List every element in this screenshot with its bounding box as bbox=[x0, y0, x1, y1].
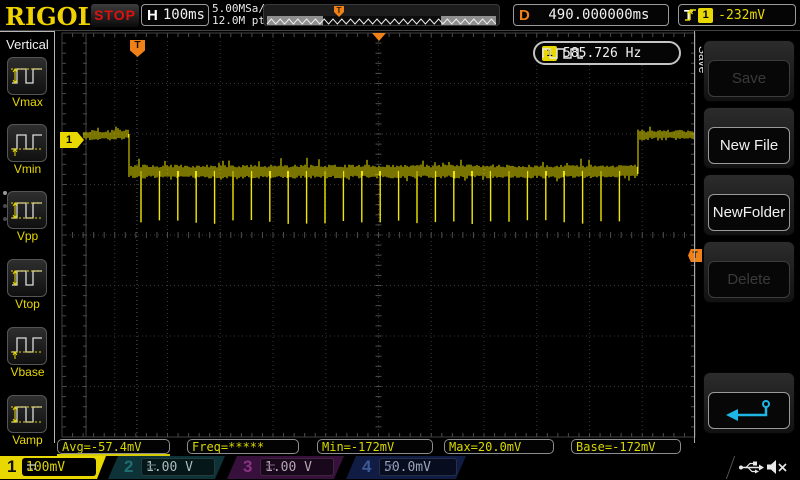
right-menu-divider bbox=[694, 31, 695, 443]
sidebar-item-vmin-label: Vmin bbox=[13, 162, 42, 176]
speaker-muted-icon bbox=[767, 460, 787, 474]
delay-label: D bbox=[519, 6, 530, 24]
sidebar-item-vbase-label: Vbase bbox=[10, 365, 45, 379]
page-indicator-dot bbox=[3, 217, 7, 221]
run-state-badge[interactable]: STOP bbox=[90, 3, 140, 28]
trigger-source-chip: 1 bbox=[698, 7, 714, 23]
delay-readout: D 490.000000ms bbox=[513, 4, 669, 26]
timebase-value: 100ms bbox=[162, 7, 205, 23]
measurement-highlight-underline bbox=[57, 454, 170, 456]
vmax-icon bbox=[11, 68, 43, 84]
channel1-number: 1 bbox=[7, 457, 17, 476]
sidebar-item-vamp-label: Vamp bbox=[12, 433, 43, 447]
dc-coupling-icon bbox=[266, 463, 275, 470]
left-menu-title: Vertical bbox=[6, 37, 49, 52]
measurement-base[interactable]: Base=-172mV bbox=[571, 439, 681, 454]
trigger-slope-icon bbox=[685, 8, 696, 21]
menu-new-folder-button-label: NewFolder bbox=[708, 194, 790, 231]
sidebar-item-vpp[interactable] bbox=[7, 191, 47, 229]
channel3-number: 3 bbox=[243, 457, 253, 476]
trigger-level-marker-icon[interactable]: T bbox=[688, 249, 702, 262]
vtop-icon bbox=[11, 270, 43, 286]
channel3-status[interactable]: 3 1.00 V bbox=[227, 456, 344, 479]
oscilloscope-screen: RIGOL STOP H 100ms 5.00MSa/s 12.0M pts T… bbox=[0, 0, 800, 480]
delay-value: 490.000000ms bbox=[548, 7, 650, 23]
vamp-icon bbox=[11, 406, 43, 423]
menu-new-file-button-label: New File bbox=[708, 127, 790, 164]
screen-center-marker-icon bbox=[372, 33, 386, 41]
sidebar-item-vmax[interactable] bbox=[7, 57, 47, 95]
usb-icon bbox=[739, 461, 764, 474]
sidebar-item-vamp[interactable] bbox=[7, 395, 47, 433]
dc-coupling-icon bbox=[385, 463, 394, 470]
sidebar-item-vmax-label: Vmax bbox=[12, 95, 43, 109]
timebase-readout: H 100ms bbox=[141, 4, 209, 26]
rigol-logo: RIGOL bbox=[5, 2, 95, 31]
channel4-number: 4 bbox=[362, 457, 372, 476]
channel2-number: 2 bbox=[124, 457, 134, 476]
sidebar-item-vtop[interactable] bbox=[7, 259, 47, 297]
channel1-status[interactable]: 1 100mV bbox=[0, 456, 106, 479]
page-indicator-dot bbox=[3, 191, 7, 195]
timebase-label: H bbox=[147, 6, 158, 24]
menu-save-button[interactable]: Save bbox=[703, 40, 795, 102]
measurement-max[interactable]: Max=20.0mV bbox=[444, 439, 554, 454]
dc-coupling-icon bbox=[27, 463, 36, 470]
page-indicator-dot bbox=[3, 204, 7, 208]
menu-delete-button[interactable]: Delete bbox=[703, 241, 795, 303]
freq-counter-badge: 1 585.726 Hz bbox=[533, 41, 681, 65]
measurement-min[interactable]: Min=-172mV bbox=[317, 439, 433, 454]
trigger-level-value: -232mV bbox=[718, 7, 766, 23]
menu-save-button-label: Save bbox=[708, 60, 790, 97]
vbase-icon bbox=[11, 337, 43, 359]
sidebar-item-vtop-label: Vtop bbox=[15, 297, 40, 311]
channel4-status[interactable]: 4 50.0mV bbox=[346, 456, 466, 479]
dc-coupling-icon bbox=[147, 463, 156, 470]
menu-delete-button-label: Delete bbox=[708, 261, 790, 298]
trigger-readout: T 1 -232mV bbox=[678, 4, 796, 26]
sidebar-item-vpp-label: Vpp bbox=[16, 229, 39, 243]
memory-waveform-icon bbox=[266, 18, 497, 25]
square-wave-icon bbox=[542, 47, 583, 59]
menu-back-button[interactable] bbox=[703, 372, 795, 434]
measurement-avg[interactable]: Avg=-57.4mV bbox=[57, 439, 170, 454]
vpp-icon bbox=[11, 202, 43, 219]
menu-new-file-button[interactable]: New File bbox=[703, 107, 795, 169]
waveform-display bbox=[61, 32, 696, 438]
topbar-divider bbox=[0, 30, 800, 31]
vmin-icon bbox=[11, 134, 43, 156]
measurement-freq[interactable]: Freq=***** bbox=[187, 439, 299, 454]
memory-preview-bar: T bbox=[263, 4, 500, 26]
return-arrow-icon bbox=[726, 399, 770, 421]
sidebar-item-vmin[interactable] bbox=[7, 124, 47, 162]
sidebar-item-vbase[interactable] bbox=[7, 327, 47, 365]
menu-new-folder-button[interactable]: NewFolder bbox=[703, 174, 795, 236]
channel2-status[interactable]: 2 1.00 V bbox=[108, 456, 225, 479]
